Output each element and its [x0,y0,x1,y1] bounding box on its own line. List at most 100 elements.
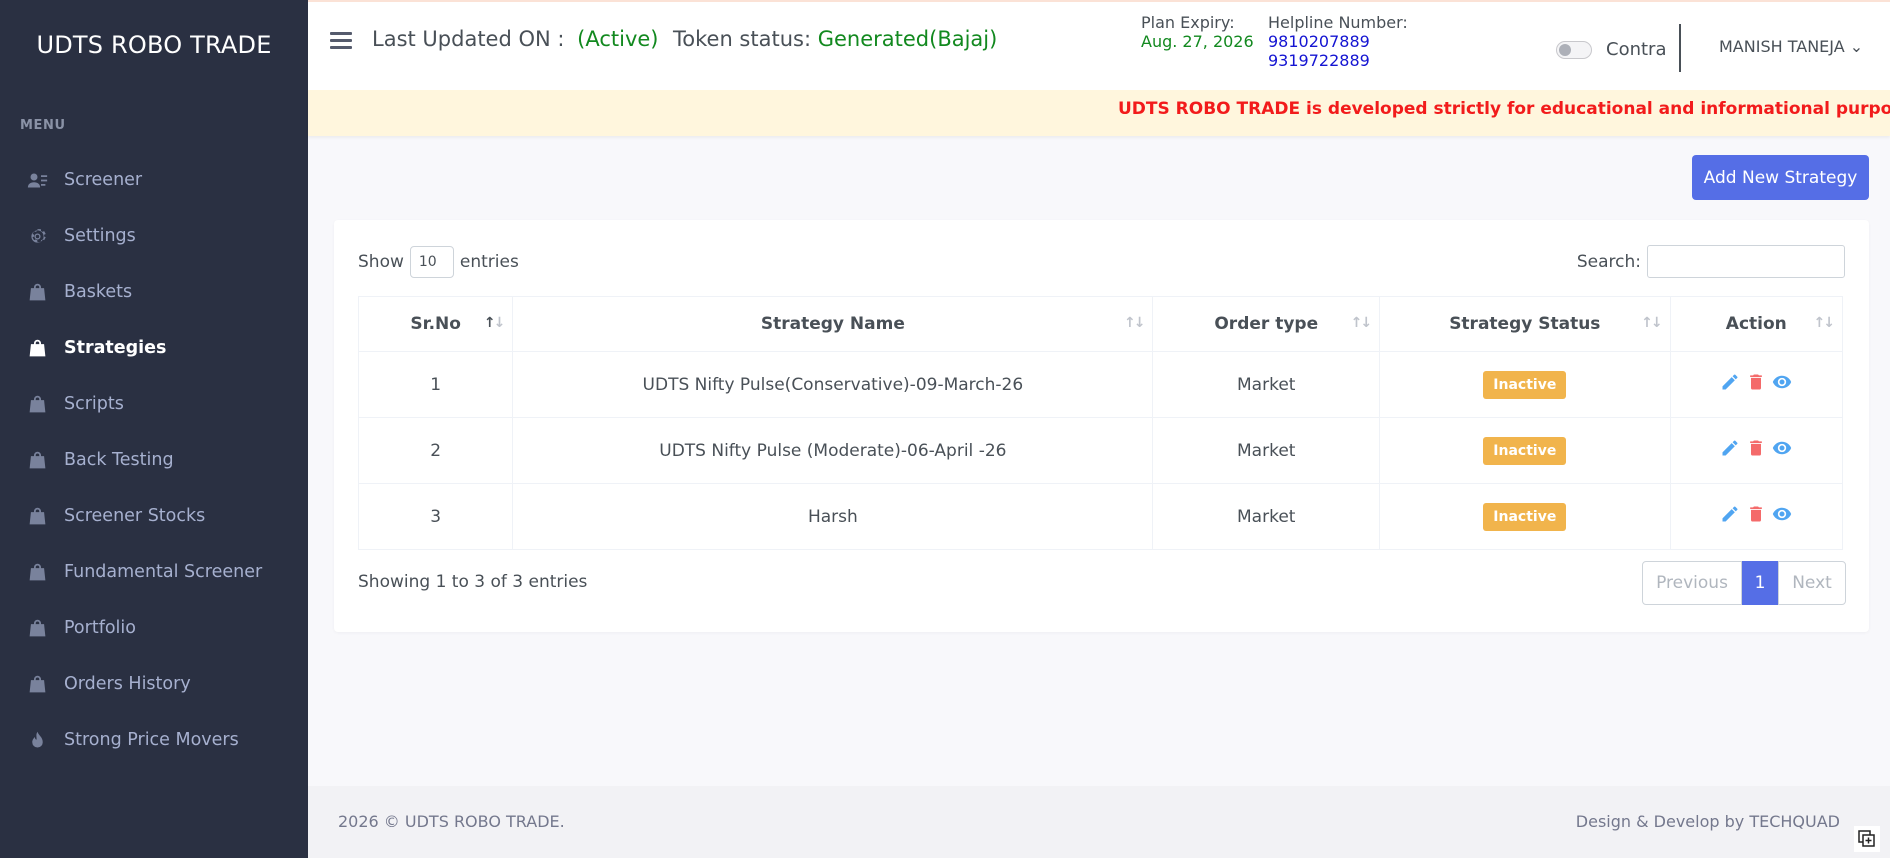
delete-icon[interactable] [1746,372,1766,392]
last-updated-label: Last Updated ON : [372,27,565,51]
cell-order-type: Market [1152,483,1381,550]
column-header-order-type[interactable]: Order type ↑↓ [1152,296,1381,352]
show-label: Show [358,252,404,272]
sidebar-item-strong-price-movers[interactable]: Strong Price Movers [0,712,308,768]
sidebar-item-label: Scripts [64,394,124,414]
search-label: Search: [1576,251,1641,272]
cell-actions [1669,351,1844,418]
edit-icon[interactable] [1720,504,1740,524]
entries-select[interactable]: 10 [409,246,454,278]
brand-logo[interactable]: UDTS ROBO TRADE [0,0,308,90]
table-header-row: Sr.No ↑↓ Strategy Name ↑↓ Order type ↑↓ Strate… [357,296,1844,352]
user-menu[interactable]: MANISH TANEJA ⌄ [1719,37,1863,56]
plan-expiry-date: Aug. 27, 2026 [1141,32,1254,51]
status-badge[interactable]: Inactive [1483,502,1567,531]
cell-actions [1669,483,1844,550]
bag-icon [26,505,48,527]
bag-icon [26,449,48,471]
cell-sr-no: 2 [357,417,514,484]
disclaimer-text: UDTS ROBO TRADE is developed strictly fo… [1118,99,1890,119]
column-header-sr-no[interactable]: Sr.No ↑↓ [357,296,514,352]
sidebar-item-screener-stocks[interactable]: Screener Stocks [0,488,308,544]
bag-icon [26,337,48,359]
bag-icon [26,561,48,583]
cell-strategy-name: UDTS Nifty Pulse(Conservative)-09-March-… [512,351,1154,418]
sidebar-item-label: Strong Price Movers [64,730,239,750]
cell-strategy-name: UDTS Nifty Pulse (Moderate)-06-April -26 [512,417,1154,484]
last-updated-status: (Active) [577,27,659,51]
sidebar-item-label: Settings [64,226,136,246]
add-new-strategy-button[interactable]: Add New Strategy [1692,155,1869,200]
sidebar-nav: Screener Settings Baskets Strategies Scripts… [0,152,308,768]
search-input[interactable] [1647,245,1845,278]
cell-strategy-name: Harsh [512,483,1154,550]
bag-icon [26,393,48,415]
pagination: Previous 1 Next [1642,561,1846,605]
previous-page-button[interactable]: Previous [1642,561,1742,605]
column-header-strategy-name[interactable]: Strategy Name ↑↓ [512,296,1154,352]
sidebar-item-back-testing[interactable]: Back Testing [0,432,308,488]
sidebar-item-label: Baskets [64,282,133,302]
helpline-number-2[interactable]: 9319722889 [1268,51,1408,70]
user-list-icon [26,169,48,191]
cell-strategy-status: Inactive [1379,351,1671,418]
top-header: Last Updated ON : (Active) Token status:… [308,0,1890,90]
sidebar-item-label: Orders History [64,674,191,694]
sidebar-item-fundamental-screener[interactable]: Fundamental Screener [0,544,308,600]
contra-toggle[interactable] [1556,41,1592,59]
table-row: 1 UDTS Nifty Pulse(Conservative)-09-March… [357,351,1844,418]
table-row: 2 UDTS Nifty Pulse (Moderate)-06-April -2… [357,417,1844,484]
edit-icon[interactable] [1720,372,1740,392]
sidebar-item-label: Fundamental Screener [64,562,263,582]
toggle-knob [1559,44,1571,56]
column-header-action[interactable]: Action ↑↓ [1669,296,1844,352]
helpline: Helpline Number: 9810207889 9319722889 [1268,13,1408,70]
bag-icon [26,617,48,639]
bag-icon [26,673,48,695]
sidebar-item-settings[interactable]: Settings [0,208,308,264]
sort-icon: ↑↓ [1813,315,1836,331]
sort-icon: ↑↓ [1641,315,1663,331]
sidebar-item-scripts[interactable]: Scripts [0,376,308,432]
status-badge[interactable]: Inactive [1483,370,1567,399]
delete-icon[interactable] [1746,504,1766,524]
footer-copyright: 2026 © UDTS ROBO TRADE. [338,812,565,831]
status-badge[interactable]: Inactive [1483,436,1567,465]
edit-icon[interactable] [1720,438,1740,458]
next-page-button[interactable]: Next [1778,561,1846,605]
view-eye-icon[interactable] [1772,372,1792,392]
delete-icon[interactable] [1746,438,1766,458]
footer: 2026 © UDTS ROBO TRADE. Design & Develop… [308,786,1890,858]
column-header-strategy-status[interactable]: Strategy Status ↑↓ [1379,296,1671,352]
header-divider [1679,24,1681,72]
last-updated: Last Updated ON : (Active) [372,27,659,51]
copy-add-icon-svg [1858,830,1875,847]
sidebar-item-portfolio[interactable]: Portfolio [0,600,308,656]
sidebar-item-screener[interactable]: Screener [0,152,308,208]
hamburger-menu-icon[interactable] [330,32,352,52]
cell-sr-no: 1 [357,351,514,418]
column-header-label: Strategy Name [760,314,905,334]
page-1-button[interactable]: 1 [1742,561,1778,605]
contra-label: Contra [1606,39,1667,60]
helpline-number-1[interactable]: 9810207889 [1268,32,1408,51]
sort-icon: ↑↓ [1123,315,1146,331]
disclaimer-banner: UDTS ROBO TRADE is developed strictly fo… [308,90,1890,136]
view-eye-icon[interactable] [1772,438,1792,458]
sidebar-item-label: Screener [64,170,143,190]
cell-order-type: Market [1152,351,1381,418]
flame-icon [26,729,48,751]
plan-expiry-label: Plan Expiry: [1141,13,1235,32]
copy-add-icon[interactable] [1854,826,1880,852]
sidebar-item-label: Back Testing [64,450,174,470]
token-status: Token status: Generated(Bajaj) [673,27,997,51]
sort-icon: ↑↓ [1350,315,1373,331]
sidebar-item-label: Portfolio [64,618,136,638]
sidebar-item-baskets[interactable]: Baskets [0,264,308,320]
table-search: Search: [1577,245,1845,278]
footer-credit: Design & Develop by TECHQUAD [1575,812,1840,831]
cell-actions [1669,417,1844,484]
sidebar-item-strategies[interactable]: Strategies [0,320,308,376]
sidebar-item-orders-history[interactable]: Orders History [0,656,308,712]
view-eye-icon[interactable] [1772,504,1792,524]
